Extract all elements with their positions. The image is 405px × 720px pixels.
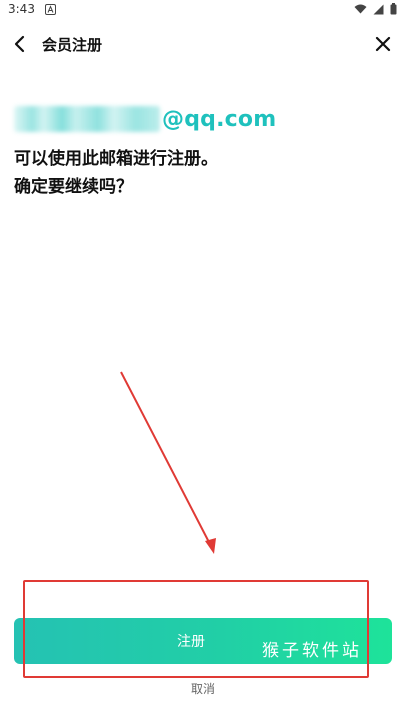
cancel-button[interactable]: 取消 xyxy=(180,680,226,698)
email-domain: @qq.com xyxy=(162,106,277,132)
email-address: @qq.com xyxy=(14,104,276,134)
status-time: 3:43 xyxy=(8,2,35,16)
notification-a-icon xyxy=(44,3,56,15)
page-title: 会员注册 xyxy=(42,36,103,54)
wifi-icon xyxy=(354,4,367,14)
status-left: 3:43 xyxy=(8,2,56,16)
cellular-signal-icon xyxy=(373,4,384,15)
register-button-label: 注册 xyxy=(177,634,205,650)
email-username-blurred xyxy=(14,106,160,132)
message-line-1: 可以使用此邮箱进行注册。 xyxy=(14,149,218,169)
status-bar: 3:43 xyxy=(0,0,405,18)
battery-icon xyxy=(390,3,397,15)
status-right xyxy=(354,3,397,15)
nav-bar: 会员注册 xyxy=(0,24,405,64)
close-button[interactable] xyxy=(371,32,395,56)
register-button[interactable]: 注册 xyxy=(14,618,392,664)
confirmation-message: 可以使用此邮箱进行注册。 确定要继续吗？ xyxy=(14,145,384,201)
close-icon xyxy=(375,36,391,52)
message-line-2: 确定要继续吗？ xyxy=(14,177,133,197)
chevron-left-icon xyxy=(13,35,27,53)
back-button[interactable] xyxy=(8,32,32,56)
